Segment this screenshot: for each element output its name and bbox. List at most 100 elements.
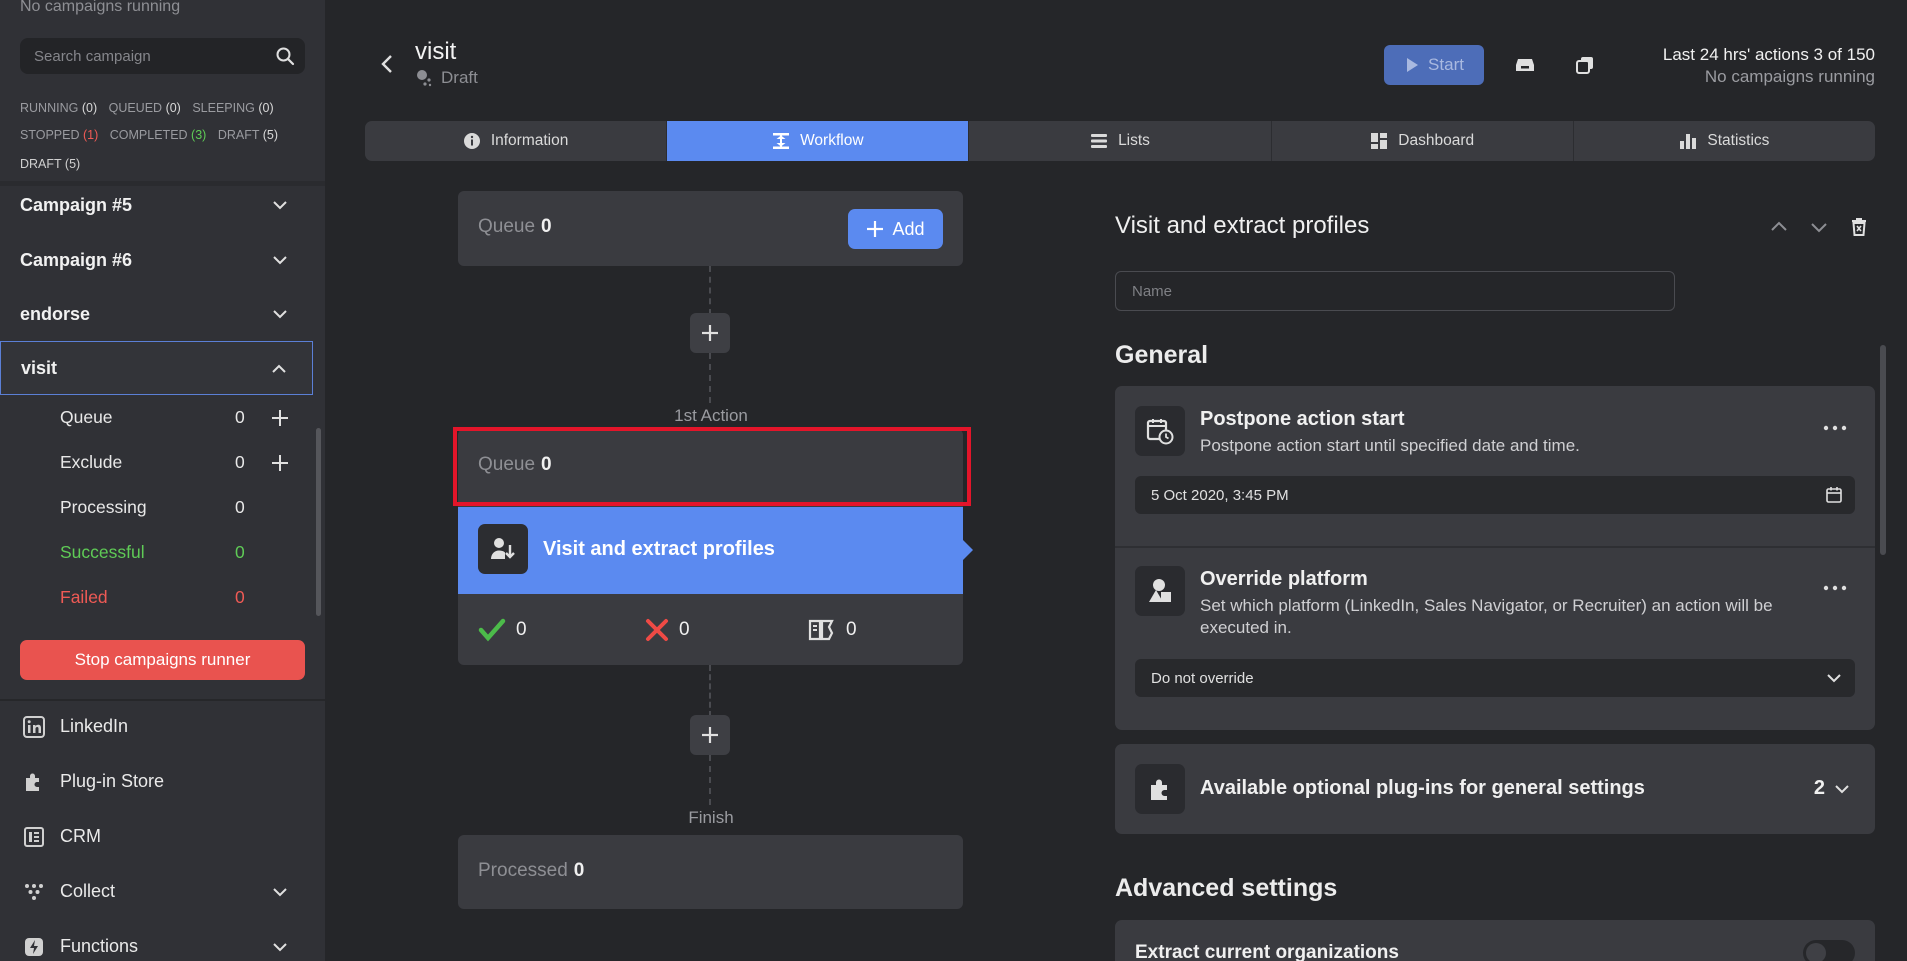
tab-label: Information — [490, 132, 569, 149]
add-button[interactable]: Add — [848, 209, 943, 249]
sub-label: Processing — [60, 497, 147, 517]
skipped-stat[interactable]: 0 — [808, 618, 857, 642]
start-button[interactable]: Start — [1384, 45, 1484, 85]
sidebar-scrollbar[interactable] — [316, 428, 321, 616]
action-queue-card[interactable]: Queue 0 — [458, 429, 963, 507]
action-queue-label: Queue 0 — [478, 454, 552, 475]
campaign-sub-processing[interactable]: Processing 0 — [60, 485, 300, 530]
nav-plugin-store[interactable]: Plug-in Store — [0, 754, 325, 809]
chevron-down-icon — [273, 310, 287, 319]
campaign-item[interactable]: Campaign #6 — [0, 233, 313, 287]
extract-organizations-label: Extract current organizations — [1135, 942, 1399, 961]
processed-card[interactable]: Processed 0 — [458, 835, 963, 909]
add-step-button[interactable] — [690, 313, 730, 353]
skipped-count: 0 — [846, 619, 857, 640]
optional-plugins-card[interactable]: Available optional plug-ins for general … — [1115, 744, 1875, 834]
page-title: visit — [415, 38, 457, 65]
campaign-item[interactable]: Campaign #5 — [0, 178, 313, 232]
sub-count: 0 — [235, 497, 245, 517]
filter-running[interactable]: Running (0) — [20, 101, 97, 115]
plus-icon[interactable] — [270, 408, 290, 428]
action-icon-box — [478, 524, 528, 574]
info-icon — [463, 133, 480, 149]
chevron-down-icon[interactable] — [1808, 216, 1830, 238]
calendar-icon[interactable] — [1825, 486, 1843, 504]
success-stat[interactable]: 0 — [478, 618, 527, 642]
nav-functions[interactable]: Functions — [0, 919, 325, 961]
add-label: Add — [892, 218, 925, 239]
sub-label: Successful — [60, 542, 145, 562]
sub-count: 0 — [235, 407, 245, 427]
actions-count: Last 24 hrs' actions 3 of 150 — [1662, 45, 1875, 64]
processed-label: Processed 0 — [478, 860, 585, 881]
filter-stopped[interactable]: Stopped (1) — [20, 128, 98, 142]
campaign-item[interactable]: endorse — [0, 287, 313, 341]
plugins-count-value: 2 — [1813, 777, 1825, 799]
campaign-status: Draft — [415, 68, 478, 88]
trash-icon[interactable] — [1848, 216, 1870, 238]
campaign-sub-successful[interactable]: Successful 0 — [60, 530, 300, 575]
override-platform-select[interactable]: Do not override — [1135, 659, 1855, 697]
play-icon — [1407, 58, 1419, 72]
campaign-label: endorse — [20, 303, 91, 324]
campaign-item-active[interactable]: visit — [0, 341, 313, 395]
tab-lists[interactable]: Lists — [969, 121, 1272, 161]
chevron-up-icon[interactable] — [1768, 216, 1790, 238]
chevron-down-icon — [1835, 784, 1849, 793]
start-label: Start — [1428, 55, 1464, 74]
name-input[interactable] — [1115, 271, 1675, 311]
chevron-down-icon — [1827, 674, 1841, 683]
sub-count: 0 — [235, 587, 245, 607]
bar-chart-icon — [1680, 134, 1697, 149]
filter-sleeping[interactable]: Sleeping (0) — [192, 101, 273, 115]
filter-completed[interactable]: Completed (3) — [110, 128, 207, 142]
campaign-sub-queue[interactable]: Queue 0 — [60, 395, 300, 440]
plugins-count[interactable]: 2 — [1814, 777, 1851, 800]
close-icon — [646, 619, 668, 641]
postpone-date-value: 5 Oct 2020, 3:45 PM — [1151, 486, 1289, 504]
plus-icon[interactable] — [270, 453, 290, 473]
duplicate-icon[interactable] — [1574, 54, 1596, 76]
chevron-down-icon — [273, 201, 287, 210]
filter-draft[interactable]: Draft (5) — [218, 128, 278, 142]
nav-label: CRM — [60, 826, 101, 846]
action-card-header[interactable]: Visit and extract profiles — [458, 507, 973, 594]
action-pointer — [963, 540, 973, 560]
more-options-icon[interactable] — [1823, 584, 1847, 592]
nav-crm[interactable]: CRM — [0, 809, 325, 864]
settings-divider — [1115, 546, 1875, 548]
nav-linkedin[interactable]: LinkedIn — [0, 699, 325, 754]
puzzle-icon — [1151, 779, 1167, 800]
archive-icon[interactable] — [1514, 54, 1536, 76]
toggle-knob — [1806, 943, 1826, 961]
nav-label: Functions — [60, 936, 139, 956]
failed-stat[interactable]: 0 — [645, 618, 690, 642]
list-icon — [1091, 134, 1108, 148]
search-input[interactable] — [20, 38, 260, 74]
tab-dashboard[interactable]: Dashboard — [1271, 121, 1574, 161]
campaign-sub-failed[interactable]: Failed 0 — [60, 575, 300, 620]
nav-label: LinkedIn — [60, 716, 129, 736]
add-step-button[interactable] — [690, 715, 730, 755]
tab-workflow[interactable]: Workflow — [667, 121, 970, 161]
stop-campaigns-button[interactable]: Stop campaigns runner — [20, 640, 305, 680]
finish-label: Finish — [688, 808, 734, 827]
filter-queued[interactable]: Queued (0) — [109, 101, 181, 115]
back-arrow-icon[interactable] — [377, 53, 397, 75]
sub-label: Exclude — [60, 452, 123, 472]
calendar-clock-icon — [1146, 419, 1174, 445]
connector-line — [709, 266, 711, 315]
panel-scrollbar[interactable] — [1880, 345, 1886, 555]
workflow-icon — [773, 133, 790, 149]
nav-collect[interactable]: Collect — [0, 864, 325, 919]
more-options-icon[interactable] — [1823, 424, 1847, 432]
override-select-value: Do not override — [1151, 669, 1254, 687]
campaign-sub-exclude[interactable]: Exclude 0 — [60, 440, 300, 485]
advanced-heading: Advanced settings — [1115, 874, 1338, 902]
tab-statistics[interactable]: Statistics — [1573, 121, 1876, 161]
puzzle-icon — [26, 773, 39, 791]
extract-organizations-toggle[interactable] — [1803, 940, 1855, 961]
search-icon[interactable] — [275, 46, 295, 66]
tab-information[interactable]: Information — [365, 121, 668, 161]
postpone-date-field[interactable]: 5 Oct 2020, 3:45 PM — [1135, 476, 1855, 514]
